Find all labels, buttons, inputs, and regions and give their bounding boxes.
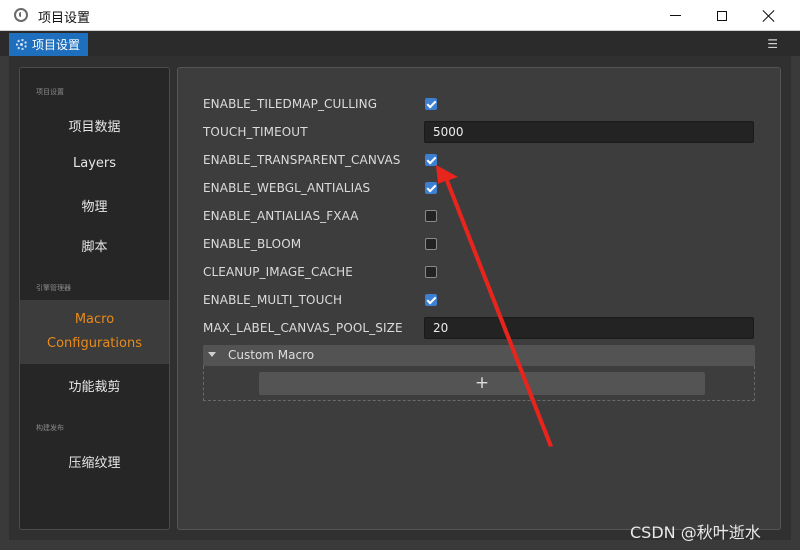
annotation-arrow bbox=[436, 165, 553, 447]
watermark: CSDN @秋叶逝水 bbox=[630, 523, 761, 542]
annotation-arrow-shape bbox=[436, 165, 553, 447]
